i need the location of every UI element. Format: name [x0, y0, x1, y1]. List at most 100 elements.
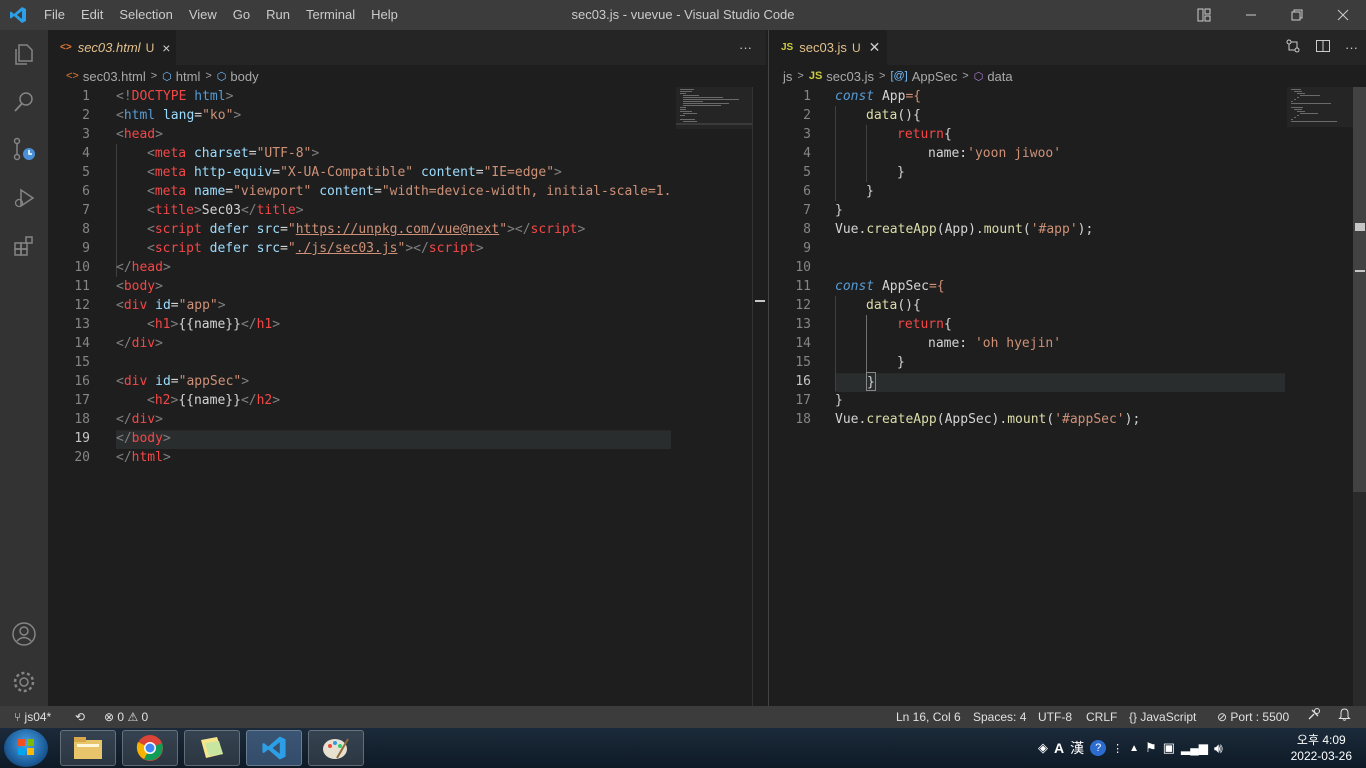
accounts-icon[interactable]: [0, 610, 48, 658]
branch-name: js04*: [24, 710, 52, 724]
code-line: Vue.createApp(App).mount('#app');: [835, 222, 1094, 237]
settings-gear-icon[interactable]: [0, 658, 48, 706]
line-number: 10: [795, 260, 811, 275]
html-file-icon: <>: [66, 70, 79, 82]
line-number: 14: [795, 336, 811, 351]
system-clock[interactable]: 오후 4:09 2022-03-26: [1291, 732, 1352, 764]
code-editor-js[interactable]: 1 2 3 4 5 6 7 8 9 10 11 12 13 14 15 16 1…: [769, 87, 1366, 706]
input-mode-hanja[interactable]: 漢: [1070, 738, 1084, 758]
breadcrumb-html[interactable]: html: [176, 69, 201, 84]
open-changes-icon[interactable]: [1285, 38, 1301, 57]
scrollbar-thumb[interactable]: [1353, 87, 1366, 492]
breadcrumb-file[interactable]: sec03.html: [83, 69, 146, 84]
notifications-bell-icon[interactable]: [1338, 706, 1351, 728]
paint-taskbar-icon[interactable]: [308, 730, 364, 766]
language-mode[interactable]: {} JavaScript: [1129, 706, 1196, 728]
breadcrumb-folder[interactable]: js: [783, 69, 792, 84]
feedback-icon[interactable]: [1307, 706, 1321, 728]
sync-icon[interactable]: ⟲: [75, 706, 85, 728]
menu-file[interactable]: File: [36, 0, 73, 30]
variable-icon: [@]: [890, 70, 908, 82]
vscode-taskbar-icon[interactable]: [246, 730, 302, 766]
code-line: <meta name="viewport" content="width=dev…: [147, 184, 671, 199]
line-number: 9: [803, 241, 811, 256]
port-icon: ⊘: [1217, 710, 1228, 724]
code-line: name:'yoon jiwoo': [928, 146, 1062, 161]
explorer-icon[interactable]: [0, 30, 48, 78]
line-number: 8: [82, 222, 90, 237]
cursor-position[interactable]: Ln 16, Col 6: [896, 706, 961, 728]
start-button-icon[interactable]: [4, 729, 48, 767]
minimap[interactable]: [1287, 87, 1353, 127]
end-of-line[interactable]: CRLF: [1086, 706, 1117, 728]
tab-sec03-js[interactable]: JS sec03.js U ✕: [769, 30, 887, 65]
input-mode-a[interactable]: A: [1054, 740, 1064, 756]
close-tab-icon[interactable]: ×: [162, 40, 170, 56]
live-server-port[interactable]: ⊘ Port : 5500: [1217, 706, 1289, 728]
git-branch-icon: ⑂: [14, 710, 22, 724]
script-src-link[interactable]: https://unpkg.com/vue@next: [296, 222, 500, 237]
search-icon[interactable]: [0, 78, 48, 126]
source-control-icon[interactable]: [0, 126, 48, 174]
language-bar-icon[interactable]: ◈: [1038, 740, 1048, 756]
customize-layout-icon[interactable]: [1190, 0, 1218, 30]
code-line: data(){: [866, 298, 921, 313]
code-editor-html[interactable]: 1 2 3 4 5 6 7 8 9 10 11 12 13 14 15 16 1…: [48, 87, 766, 706]
ime-options-icon[interactable]: ⋮: [1112, 742, 1123, 755]
warning-icon: ⚠: [127, 710, 139, 724]
indentation[interactable]: Spaces: 4: [973, 706, 1026, 728]
line-number: 5: [803, 165, 811, 180]
minimize-icon[interactable]: [1228, 0, 1274, 30]
indent-guide: [835, 106, 836, 201]
menu-edit[interactable]: Edit: [73, 0, 111, 30]
breadcrumb-file[interactable]: sec03.js: [826, 69, 874, 84]
code-line: }: [897, 165, 905, 180]
more-actions-icon[interactable]: ···: [739, 30, 752, 65]
close-tab-icon[interactable]: ✕: [869, 39, 881, 56]
error-count: 0: [117, 710, 125, 724]
show-hidden-icons[interactable]: ▲: [1129, 743, 1139, 754]
volume-icon[interactable]: 🔊︎: [1214, 740, 1223, 757]
chrome-taskbar-icon[interactable]: [122, 730, 178, 766]
file-explorer-taskbar-icon[interactable]: [60, 730, 116, 766]
chevron-right-icon: >: [797, 70, 804, 82]
run-debug-icon[interactable]: [0, 174, 48, 222]
menu-run[interactable]: Run: [258, 0, 298, 30]
menu-go[interactable]: Go: [225, 0, 258, 30]
menu-help[interactable]: Help: [363, 0, 406, 30]
title-bar: File Edit Selection View Go Run Terminal…: [0, 0, 1366, 30]
breadcrumb-appsec[interactable]: AppSec: [912, 69, 958, 84]
branch-indicator[interactable]: ⑂ js04*: [14, 706, 51, 728]
chevron-right-icon: >: [879, 70, 886, 82]
script-src-link[interactable]: ./js/sec03.js: [296, 241, 398, 256]
extensions-icon[interactable]: [0, 222, 48, 270]
problems-indicator[interactable]: ⊗ 0 ⚠ 0: [104, 706, 148, 728]
action-center-flag-icon[interactable]: ⚑: [1145, 740, 1157, 756]
menu-selection[interactable]: Selection: [111, 0, 180, 30]
restore-icon[interactable]: [1274, 0, 1320, 30]
breadcrumb-data[interactable]: data: [987, 69, 1012, 84]
encoding[interactable]: UTF-8: [1038, 706, 1072, 728]
menu-terminal[interactable]: Terminal: [298, 0, 363, 30]
help-icon[interactable]: ?: [1090, 740, 1107, 756]
tab-bar-right: JS sec03.js U ✕ ···: [769, 30, 1366, 65]
split-editor-icon[interactable]: [1315, 38, 1331, 57]
code-line: <div id="app">: [116, 298, 226, 313]
code-line: <meta http-equiv="X-UA-Compatible" conte…: [147, 165, 562, 180]
system-tray: ◈ A 漢 ? ⋮ ▲ ⚑ ▣ ▂▄▆ 🔊︎: [1038, 728, 1223, 768]
vertical-scrollbar[interactable]: [1353, 87, 1366, 706]
more-actions-icon[interactable]: ···: [1345, 40, 1358, 55]
tab-sec03-html[interactable]: <> sec03.html U ×: [48, 30, 176, 65]
vertical-scrollbar[interactable]: [752, 87, 766, 706]
usb-device-icon[interactable]: ▣: [1163, 740, 1175, 756]
breadcrumb-body[interactable]: body: [230, 69, 258, 84]
network-signal-icon[interactable]: ▂▄▆: [1181, 741, 1208, 755]
port-label: Port : 5500: [1230, 710, 1290, 724]
close-window-icon[interactable]: [1320, 0, 1366, 30]
element-icon: ⬡: [162, 70, 172, 83]
menu-view[interactable]: View: [181, 0, 225, 30]
line-number: 4: [82, 146, 90, 161]
warning-count: 0: [141, 710, 149, 724]
sticky-notes-taskbar-icon[interactable]: [184, 730, 240, 766]
minimap[interactable]: [676, 87, 752, 129]
